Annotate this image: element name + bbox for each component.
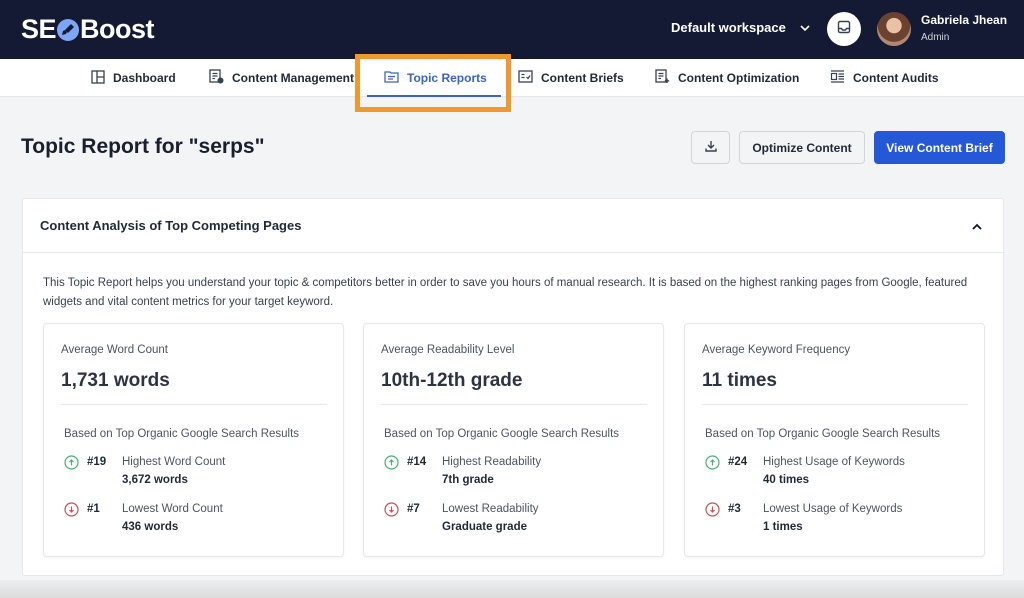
chevron-down-icon bbox=[800, 20, 810, 35]
top-header: SE Boost Default workspace Gabriela Jhea… bbox=[0, 0, 1024, 59]
audit-icon bbox=[830, 70, 845, 86]
dashboard-icon bbox=[91, 69, 105, 87]
stat-value: 436 words bbox=[122, 521, 179, 533]
stat-rank: #3 bbox=[728, 503, 741, 515]
inbox-icon bbox=[837, 20, 851, 39]
download-icon bbox=[704, 140, 717, 155]
folder-icon bbox=[384, 70, 399, 86]
inbox-button[interactable] bbox=[827, 12, 861, 46]
stat-highest: #14 Highest Readability 7th grade bbox=[384, 455, 654, 491]
nav-item-topic-reports[interactable]: Topic Reports bbox=[384, 59, 487, 97]
stat-label: Highest Usage of Keywords bbox=[763, 456, 905, 468]
nav-label: Content Audits bbox=[853, 71, 939, 85]
card-label: Average Keyword Frequency bbox=[702, 344, 851, 356]
content-management-icon bbox=[209, 69, 224, 87]
view-content-brief-button[interactable]: View Content Brief bbox=[874, 131, 1005, 164]
main-nav: Dashboard Content Management Topic Repor… bbox=[0, 59, 1024, 97]
divider bbox=[702, 404, 968, 405]
stat-rank: #24 bbox=[728, 456, 748, 468]
metric-card-word-count: Average Word Count 1,731 words Based on … bbox=[43, 323, 344, 557]
nav-item-dashboard[interactable]: Dashboard bbox=[91, 59, 176, 97]
optimize-content-button[interactable]: Optimize Content bbox=[739, 131, 865, 164]
nav-item-content-management[interactable]: Content Management bbox=[209, 59, 354, 97]
panel-description: This Topic Report helps you understand y… bbox=[43, 277, 968, 308]
stat-lowest: #1 Lowest Word Count 436 words bbox=[64, 502, 334, 538]
stat-rank: #14 bbox=[407, 456, 427, 468]
arrow-up-circle-icon bbox=[384, 455, 399, 470]
workspace-selector[interactable]: Default workspace bbox=[671, 20, 810, 35]
stat-label: Highest Readability bbox=[442, 456, 542, 468]
arrow-up-circle-icon bbox=[705, 455, 720, 470]
nav-label: Dashboard bbox=[113, 71, 176, 85]
stat-label: Lowest Readability bbox=[442, 503, 539, 515]
stat-rank: #19 bbox=[87, 456, 107, 468]
nav-item-content-audits[interactable]: Content Audits bbox=[830, 59, 939, 97]
panel-title: Content Analysis of Top Competing Pages bbox=[40, 218, 302, 233]
card-value: 10th-12th grade bbox=[381, 370, 523, 391]
checklist-icon bbox=[518, 70, 533, 86]
logo-prefix: SE bbox=[21, 13, 57, 44]
card-value: 1,731 words bbox=[61, 370, 170, 391]
collapse-button[interactable] bbox=[969, 218, 985, 234]
rocket-icon bbox=[57, 19, 80, 41]
arrow-up-circle-icon bbox=[64, 455, 79, 470]
card-label: Average Readability Level bbox=[381, 344, 515, 356]
logo-suffix: Boost bbox=[80, 13, 155, 44]
panel-header[interactable]: Content Analysis of Top Competing Pages bbox=[23, 199, 1003, 253]
stat-lowest: #3 Lowest Usage of Keywords 1 times bbox=[705, 502, 975, 538]
stat-rank: #7 bbox=[407, 503, 420, 515]
workspace-label: Default workspace bbox=[671, 20, 786, 35]
arrow-down-circle-icon bbox=[64, 502, 79, 517]
arrow-down-circle-icon bbox=[705, 502, 720, 517]
card-basis: Based on Top Organic Google Search Resul… bbox=[64, 428, 300, 440]
card-basis: Based on Top Organic Google Search Resul… bbox=[384, 428, 620, 440]
active-tab-indicator bbox=[367, 95, 501, 97]
download-button[interactable] bbox=[691, 131, 730, 164]
arrow-down-circle-icon bbox=[384, 502, 399, 517]
page-title: Topic Report for "serps" bbox=[21, 135, 265, 158]
metric-card-keyword-frequency: Average Keyword Frequency 11 times Based… bbox=[684, 323, 985, 557]
nav-item-content-briefs[interactable]: Content Briefs bbox=[518, 59, 624, 97]
card-value: 11 times bbox=[702, 370, 777, 391]
stat-value: 7th grade bbox=[442, 474, 494, 486]
logo[interactable]: SE Boost bbox=[21, 12, 155, 46]
stat-value: Graduate grade bbox=[442, 521, 527, 533]
content-analysis-panel: Content Analysis of Top Competing Pages … bbox=[22, 198, 1004, 576]
stat-value: 3,672 words bbox=[122, 474, 188, 486]
stat-highest: #24 Highest Usage of Keywords 40 times bbox=[705, 455, 975, 491]
nav-label: Content Optimization bbox=[678, 71, 800, 85]
nav-item-content-optimization[interactable]: Content Optimization bbox=[655, 59, 799, 97]
avatar[interactable] bbox=[877, 12, 911, 46]
stat-label: Lowest Usage of Keywords bbox=[763, 503, 903, 515]
stat-rank: #1 bbox=[87, 503, 100, 515]
stat-lowest: #7 Lowest Readability Graduate grade bbox=[384, 502, 654, 538]
chevron-up-icon bbox=[972, 217, 982, 235]
user-role: Admin bbox=[921, 32, 950, 43]
divider bbox=[61, 404, 327, 405]
nav-label: Content Management bbox=[232, 71, 355, 85]
divider bbox=[381, 404, 647, 405]
card-label: Average Word Count bbox=[61, 344, 168, 356]
stat-label: Lowest Word Count bbox=[122, 503, 223, 515]
stat-highest: #19 Highest Word Count 3,672 words bbox=[64, 455, 334, 491]
nav-label: Topic Reports bbox=[407, 71, 487, 85]
nav-label: Content Briefs bbox=[541, 71, 624, 85]
card-basis: Based on Top Organic Google Search Resul… bbox=[705, 428, 941, 440]
stat-value: 1 times bbox=[763, 521, 803, 533]
metric-card-readability: Average Readability Level 10th-12th grad… bbox=[363, 323, 664, 557]
document-plus-icon bbox=[655, 69, 670, 87]
user-name[interactable]: Gabriela Jhean bbox=[921, 13, 1007, 27]
stat-label: Highest Word Count bbox=[122, 456, 226, 468]
page-bottom-shade bbox=[0, 580, 1024, 598]
stat-value: 40 times bbox=[763, 474, 810, 486]
